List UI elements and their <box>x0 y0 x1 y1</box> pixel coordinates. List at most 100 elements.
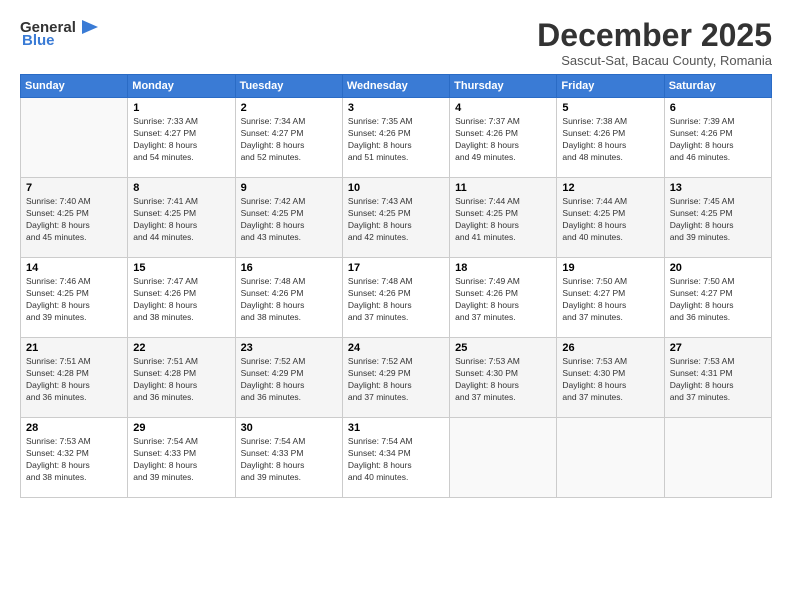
day-info: Sunrise: 7:54 AM Sunset: 4:33 PM Dayligh… <box>133 436 229 484</box>
calendar-day-cell: 27 Sunrise: 7:53 AM Sunset: 4:31 PM Dayli… <box>664 338 771 418</box>
calendar-week-row: 7 Sunrise: 7:40 AM Sunset: 4:25 PM Daylig… <box>21 178 772 258</box>
day-number: 31 <box>348 422 444 434</box>
calendar-day-cell: 11 Sunrise: 7:44 AM Sunset: 4:25 PM Dayli… <box>450 178 557 258</box>
day-number: 5 <box>562 102 658 114</box>
day-info: Sunrise: 7:48 AM Sunset: 4:26 PM Dayligh… <box>241 276 337 324</box>
day-info: Sunrise: 7:53 AM Sunset: 4:30 PM Dayligh… <box>562 356 658 404</box>
calendar-day-cell: 1Sunrise: 7:33 AM Sunset: 4:27 PM Daylig… <box>128 98 235 178</box>
calendar-week-row: 21 Sunrise: 7:51 AM Sunset: 4:28 PM Dayli… <box>21 338 772 418</box>
day-number: 2 <box>241 102 337 114</box>
day-number: 18 <box>455 262 551 274</box>
calendar-day-cell: 30 Sunrise: 7:54 AM Sunset: 4:33 PM Dayli… <box>235 418 342 498</box>
day-number: 13 <box>670 182 766 194</box>
header-day: Thursday <box>450 75 557 98</box>
day-info: Sunrise: 7:35 AM Sunset: 4:26 PM Dayligh… <box>348 116 444 164</box>
day-number: 10 <box>348 182 444 194</box>
day-number: 20 <box>670 262 766 274</box>
calendar-day-cell: 15 Sunrise: 7:47 AM Sunset: 4:26 PM Dayli… <box>128 258 235 338</box>
header-row: SundayMondayTuesdayWednesdayThursdayFrid… <box>21 75 772 98</box>
calendar-day-cell: 31 Sunrise: 7:54 AM Sunset: 4:34 PM Dayli… <box>342 418 449 498</box>
page: General Blue December 2025 Sascut-Sat, B… <box>0 0 792 612</box>
header-day: Monday <box>128 75 235 98</box>
day-number: 8 <box>133 182 229 194</box>
day-number: 7 <box>26 182 122 194</box>
day-number: 11 <box>455 182 551 194</box>
day-number: 16 <box>241 262 337 274</box>
calendar-day-cell: 26Sunrise: 7:53 AM Sunset: 4:30 PM Dayli… <box>557 338 664 418</box>
calendar-table: SundayMondayTuesdayWednesdayThursdayFrid… <box>20 74 772 498</box>
day-info: Sunrise: 7:38 AM Sunset: 4:26 PM Dayligh… <box>562 116 658 164</box>
logo-text-blue: Blue <box>22 32 55 49</box>
day-number: 6 <box>670 102 766 114</box>
calendar-week-row: 28Sunrise: 7:53 AM Sunset: 4:32 PM Dayli… <box>21 418 772 498</box>
day-number: 9 <box>241 182 337 194</box>
calendar-day-cell <box>664 418 771 498</box>
calendar-day-cell <box>450 418 557 498</box>
day-info: Sunrise: 7:54 AM Sunset: 4:33 PM Dayligh… <box>241 436 337 484</box>
calendar-day-cell: 4Sunrise: 7:37 AM Sunset: 4:26 PM Daylig… <box>450 98 557 178</box>
calendar-day-cell: 5 Sunrise: 7:38 AM Sunset: 4:26 PM Daylig… <box>557 98 664 178</box>
day-number: 24 <box>348 342 444 354</box>
day-info: Sunrise: 7:54 AM Sunset: 4:34 PM Dayligh… <box>348 436 444 484</box>
day-number: 25 <box>455 342 551 354</box>
logo: General Blue <box>20 18 100 49</box>
header: General Blue December 2025 Sascut-Sat, B… <box>20 18 772 68</box>
calendar-week-row: 14Sunrise: 7:46 AM Sunset: 4:25 PM Dayli… <box>21 258 772 338</box>
header-day: Tuesday <box>235 75 342 98</box>
day-info: Sunrise: 7:34 AM Sunset: 4:27 PM Dayligh… <box>241 116 337 164</box>
header-day: Wednesday <box>342 75 449 98</box>
calendar-day-cell: 29 Sunrise: 7:54 AM Sunset: 4:33 PM Dayli… <box>128 418 235 498</box>
day-number: 12 <box>562 182 658 194</box>
day-info: Sunrise: 7:53 AM Sunset: 4:31 PM Dayligh… <box>670 356 766 404</box>
day-info: Sunrise: 7:50 AM Sunset: 4:27 PM Dayligh… <box>562 276 658 324</box>
day-number: 23 <box>241 342 337 354</box>
header-day: Saturday <box>664 75 771 98</box>
calendar-day-cell: 20 Sunrise: 7:50 AM Sunset: 4:27 PM Dayli… <box>664 258 771 338</box>
day-info: Sunrise: 7:42 AM Sunset: 4:25 PM Dayligh… <box>241 196 337 244</box>
header-day: Sunday <box>21 75 128 98</box>
month-title: December 2025 <box>537 18 772 53</box>
calendar-day-cell: 19 Sunrise: 7:50 AM Sunset: 4:27 PM Dayli… <box>557 258 664 338</box>
day-info: Sunrise: 7:43 AM Sunset: 4:25 PM Dayligh… <box>348 196 444 244</box>
day-number: 30 <box>241 422 337 434</box>
day-number: 29 <box>133 422 229 434</box>
calendar-day-cell: 13 Sunrise: 7:45 AM Sunset: 4:25 PM Dayli… <box>664 178 771 258</box>
day-info: Sunrise: 7:53 AM Sunset: 4:32 PM Dayligh… <box>26 436 122 484</box>
day-info: Sunrise: 7:46 AM Sunset: 4:25 PM Dayligh… <box>26 276 122 324</box>
calendar-day-cell: 10 Sunrise: 7:43 AM Sunset: 4:25 PM Dayli… <box>342 178 449 258</box>
day-info: Sunrise: 7:48 AM Sunset: 4:26 PM Dayligh… <box>348 276 444 324</box>
calendar-day-cell: 22 Sunrise: 7:51 AM Sunset: 4:28 PM Dayli… <box>128 338 235 418</box>
calendar-day-cell: 25 Sunrise: 7:53 AM Sunset: 4:30 PM Dayli… <box>450 338 557 418</box>
calendar-day-cell: 23 Sunrise: 7:52 AM Sunset: 4:29 PM Dayli… <box>235 338 342 418</box>
day-info: Sunrise: 7:52 AM Sunset: 4:29 PM Dayligh… <box>348 356 444 404</box>
calendar-week-row: 1Sunrise: 7:33 AM Sunset: 4:27 PM Daylig… <box>21 98 772 178</box>
day-info: Sunrise: 7:53 AM Sunset: 4:30 PM Dayligh… <box>455 356 551 404</box>
calendar-day-cell: 21 Sunrise: 7:51 AM Sunset: 4:28 PM Dayli… <box>21 338 128 418</box>
calendar-day-cell <box>557 418 664 498</box>
day-number: 3 <box>348 102 444 114</box>
day-number: 15 <box>133 262 229 274</box>
calendar-day-cell: 12Sunrise: 7:44 AM Sunset: 4:25 PM Dayli… <box>557 178 664 258</box>
calendar-day-cell: 9 Sunrise: 7:42 AM Sunset: 4:25 PM Daylig… <box>235 178 342 258</box>
calendar-day-cell: 8 Sunrise: 7:41 AM Sunset: 4:25 PM Daylig… <box>128 178 235 258</box>
day-info: Sunrise: 7:49 AM Sunset: 4:26 PM Dayligh… <box>455 276 551 324</box>
day-number: 22 <box>133 342 229 354</box>
day-info: Sunrise: 7:40 AM Sunset: 4:25 PM Dayligh… <box>26 196 122 244</box>
day-info: Sunrise: 7:41 AM Sunset: 4:25 PM Dayligh… <box>133 196 229 244</box>
day-info: Sunrise: 7:44 AM Sunset: 4:25 PM Dayligh… <box>455 196 551 244</box>
day-number: 19 <box>562 262 658 274</box>
day-info: Sunrise: 7:50 AM Sunset: 4:27 PM Dayligh… <box>670 276 766 324</box>
calendar-day-cell: 7 Sunrise: 7:40 AM Sunset: 4:25 PM Daylig… <box>21 178 128 258</box>
calendar-day-cell: 17Sunrise: 7:48 AM Sunset: 4:26 PM Dayli… <box>342 258 449 338</box>
day-number: 21 <box>26 342 122 354</box>
calendar-day-cell: 24 Sunrise: 7:52 AM Sunset: 4:29 PM Dayli… <box>342 338 449 418</box>
day-info: Sunrise: 7:47 AM Sunset: 4:26 PM Dayligh… <box>133 276 229 324</box>
day-info: Sunrise: 7:45 AM Sunset: 4:25 PM Dayligh… <box>670 196 766 244</box>
day-number: 27 <box>670 342 766 354</box>
calendar-day-cell: 3 Sunrise: 7:35 AM Sunset: 4:26 PM Daylig… <box>342 98 449 178</box>
day-info: Sunrise: 7:51 AM Sunset: 4:28 PM Dayligh… <box>26 356 122 404</box>
day-info: Sunrise: 7:39 AM Sunset: 4:26 PM Dayligh… <box>670 116 766 164</box>
day-info: Sunrise: 7:52 AM Sunset: 4:29 PM Dayligh… <box>241 356 337 404</box>
day-info: Sunrise: 7:51 AM Sunset: 4:28 PM Dayligh… <box>133 356 229 404</box>
calendar-day-cell: 28Sunrise: 7:53 AM Sunset: 4:32 PM Dayli… <box>21 418 128 498</box>
